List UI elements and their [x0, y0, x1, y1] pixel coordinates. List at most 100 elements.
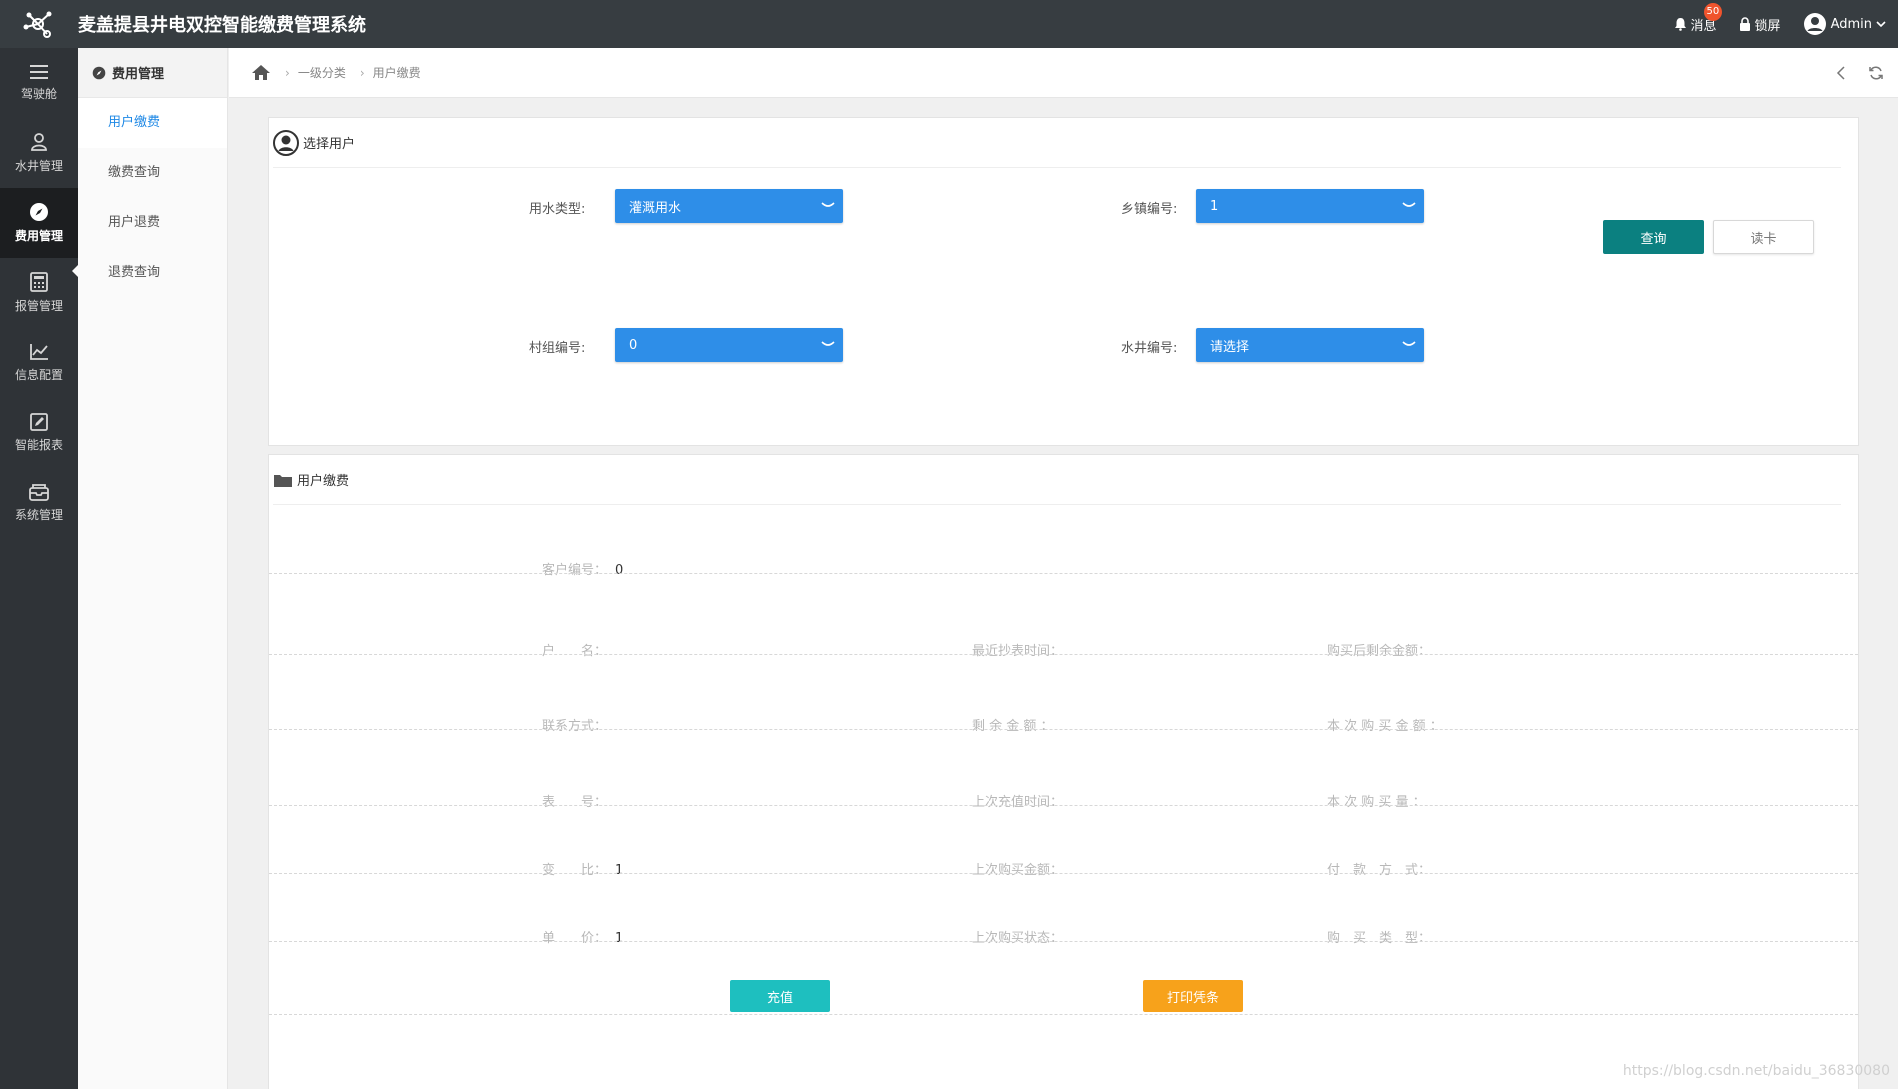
user-payment-panel: 用户缴费 客户编号： 0 户 名： 最近抄表时间： 购买后剩余金额： 联系方式： … [268, 454, 1859, 1089]
price-field: 单 价： 1 [542, 927, 623, 946]
submenu-item-payment-query[interactable]: 缴费查询 [78, 148, 227, 198]
print-receipt-button[interactable]: 打印凭条 [1143, 980, 1243, 1012]
this-amount-label: 本 次 购 买 金 额 ： [1327, 719, 1443, 734]
network-logo-icon [23, 11, 52, 38]
town-select[interactable]: 1 [1196, 189, 1424, 223]
panel-header: 选择用户 [273, 118, 1841, 168]
row-divider [269, 941, 1858, 942]
lock-icon [1739, 17, 1750, 31]
edit-icon [30, 413, 48, 431]
buy-type-label: 购 买 类 型： [1327, 931, 1432, 946]
pay-method-label: 付 款 方 式： [1327, 863, 1432, 878]
meter-label: 表 号： [542, 795, 608, 810]
contact-label: 联系方式： [542, 719, 608, 734]
user-menu[interactable]: Admin [1803, 12, 1886, 36]
inbox-icon [29, 484, 49, 501]
watermark: https://blog.csdn.net/baidu_36830080 [1622, 1063, 1890, 1079]
rail-label: 报管管理 [14, 299, 63, 313]
row-divider [269, 1014, 1858, 1015]
village-label: 村组编号: [529, 341, 586, 356]
chevron-down-icon [1402, 341, 1416, 346]
select-user-panel: 选择用户 用水类型: 灌溉用水 乡镇编号: 1 查询 读卡 村组编号: 0 水井… [268, 117, 1859, 446]
calculator-icon [30, 272, 48, 292]
remaining-label: 剩 余 金 额 ： [972, 719, 1054, 734]
panel-header: 用户缴费 [273, 455, 1841, 505]
balance-after-label: 购买后剩余金额： [1327, 644, 1432, 659]
village-value: 0 [629, 337, 638, 353]
rail-item-cockpit[interactable]: 驾驶舱 [0, 48, 78, 118]
menu-icon [30, 65, 48, 79]
last-recharge-label: 上次充值时间： [972, 795, 1064, 810]
compass-icon [92, 66, 106, 79]
bell-icon [1674, 18, 1686, 31]
rail-item-smart-report[interactable]: 智能报表 [0, 398, 78, 468]
app-title: 麦盖提县井电双控智能缴费管理系统 [78, 15, 366, 36]
village-select[interactable]: 0 [615, 328, 843, 362]
row-divider [269, 805, 1858, 806]
water-type-select[interactable]: 灌溉用水 [615, 189, 843, 223]
ratio-label: 变 比： [542, 863, 608, 878]
recharge-button[interactable]: 充值 [730, 980, 830, 1012]
well-label: 水井编号: [1121, 341, 1178, 356]
submenu-header: 费用管理 [78, 48, 227, 98]
rail-label: 智能报表 [14, 438, 63, 452]
sub-menu: 费用管理 用户缴费 缴费查询 用户退费 退费查询 [78, 48, 228, 1089]
submenu-item-user-payment[interactable]: 用户缴费 [78, 98, 227, 148]
name-label: 户 名： [542, 644, 608, 659]
refresh-icon[interactable] [1868, 65, 1884, 81]
rail-label: 信息配置 [14, 368, 63, 382]
chevron-down-icon [821, 202, 835, 207]
rail-item-system[interactable]: 系统管理 [0, 468, 78, 538]
customer-no-value: 0 [615, 563, 624, 578]
customer-no-label: 客户编号： [542, 563, 608, 578]
user-label: Admin [1830, 16, 1872, 32]
breadcrumb: › 一级分类 › 用户缴费 [229, 48, 1898, 98]
home-icon[interactable] [251, 64, 271, 81]
rail-item-fee[interactable]: 费用管理 [0, 188, 78, 258]
rail-label: 驾驶舱 [20, 87, 57, 101]
row-divider [269, 729, 1858, 730]
submenu-title: 费用管理 [112, 67, 165, 82]
water-type-label: 用水类型: [529, 202, 586, 217]
compass-icon [30, 203, 48, 221]
chevron-left-icon[interactable] [1836, 66, 1846, 80]
chevron-right-icon: › [359, 65, 365, 80]
query-button[interactable]: 查询 [1603, 220, 1704, 254]
price-value: 1 [615, 931, 624, 946]
top-bar: 麦盖提县井电双控智能缴费管理系统 消息 50 锁屏 Admin [0, 0, 1898, 48]
last-read-label: 最近抄表时间： [972, 644, 1064, 659]
chevron-down-icon [1876, 21, 1886, 28]
chevron-down-icon [821, 341, 835, 346]
row-divider [269, 873, 1858, 874]
breadcrumb-level1[interactable]: 一级分类 [298, 64, 346, 81]
lock-label: 锁屏 [1754, 18, 1781, 34]
submenu-item-user-refund[interactable]: 用户退费 [78, 198, 227, 248]
messages-button[interactable]: 消息 50 [1674, 2, 1723, 34]
read-card-button[interactable]: 读卡 [1713, 220, 1814, 254]
row-divider [269, 573, 1858, 574]
rail-label: 系统管理 [14, 508, 63, 522]
row-divider [269, 654, 1858, 655]
chart-icon [30, 344, 48, 360]
rail-item-report-mgmt[interactable]: 报管管理 [0, 258, 78, 328]
chevron-down-icon [1402, 202, 1416, 207]
chevron-right-icon: › [285, 65, 290, 80]
last-amount-label: 上次购买金额： [972, 863, 1064, 878]
rail-item-info-config[interactable]: 信息配置 [0, 328, 78, 398]
user-circle-icon [273, 129, 299, 156]
well-select[interactable]: 请选择 [1196, 328, 1424, 362]
panel-title: 用户缴费 [297, 474, 350, 489]
lock-screen-button[interactable]: 锁屏 [1739, 15, 1781, 34]
submenu-item-refund-query[interactable]: 退费查询 [78, 248, 227, 298]
rail-label: 费用管理 [14, 229, 63, 243]
town-value: 1 [1210, 198, 1219, 214]
well-value: 请选择 [1210, 339, 1250, 355]
user-group-icon [31, 133, 47, 151]
rail-item-well[interactable]: 水井管理 [0, 118, 78, 188]
rail-label: 水井管理 [14, 159, 63, 173]
avatar-icon [1803, 13, 1826, 35]
town-label: 乡镇编号: [1121, 202, 1178, 217]
ratio-field: 变 比： 1 [542, 859, 623, 878]
logo[interactable] [0, 0, 78, 48]
panel-title: 选择用户 [303, 137, 356, 152]
